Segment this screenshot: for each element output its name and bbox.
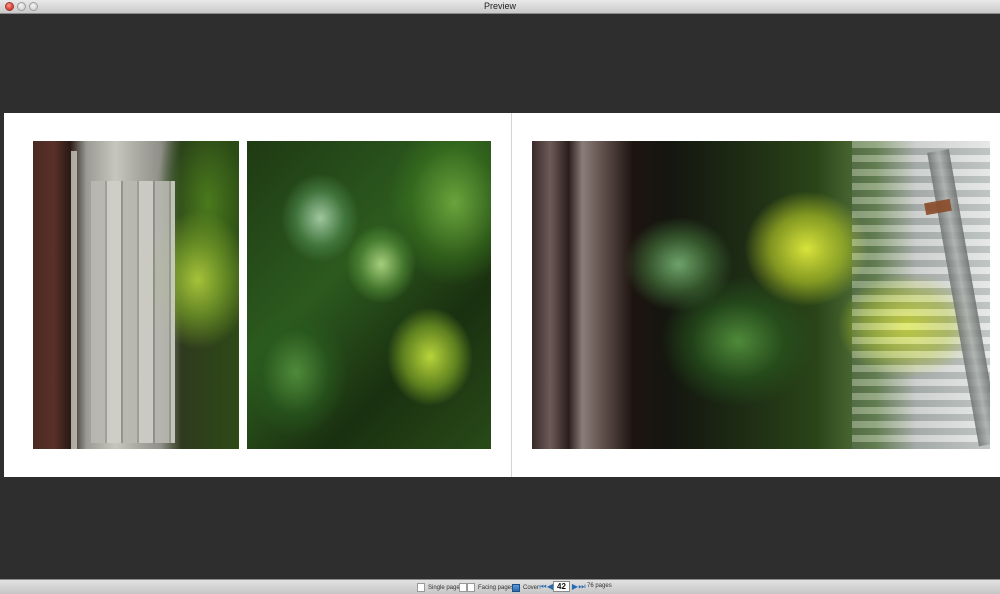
single-pages-checkbox[interactable] <box>417 583 425 592</box>
page-count: 76 pages <box>587 583 612 589</box>
cover-label: Cover <box>523 584 540 591</box>
page-gutter <box>511 113 512 477</box>
window-title: Preview <box>483 1 516 11</box>
single-pages-option[interactable]: Single pages <box>417 582 463 593</box>
photo-ivy-silo <box>532 141 990 449</box>
facing-pages-option[interactable]: Facing pages <box>459 582 514 593</box>
facing-pages-checkbox[interactable] <box>459 583 467 592</box>
page-spread <box>4 113 1000 477</box>
wooden-door <box>91 181 175 443</box>
facing-pages-label: Facing pages <box>478 584 515 591</box>
photo-ivy-leaves <box>247 141 491 449</box>
cover-option[interactable]: Cover <box>512 582 539 593</box>
bottom-toolbar: Single pages Facing pages Cover ⏮ ◀ 42 ▶… <box>0 579 1000 594</box>
door-frame <box>71 151 77 449</box>
preview-viewer[interactable] <box>0 14 1000 579</box>
single-pages-label: Single pages <box>428 584 463 591</box>
title-bar: Preview <box>0 0 1000 14</box>
facing-pages-checkbox-right[interactable] <box>467 583 475 592</box>
page-number-field[interactable]: 42 <box>553 581 570 592</box>
last-page-icon[interactable]: ⏭ <box>578 583 586 591</box>
cover-icon <box>512 583 520 592</box>
photo-door-ivy <box>33 141 239 449</box>
